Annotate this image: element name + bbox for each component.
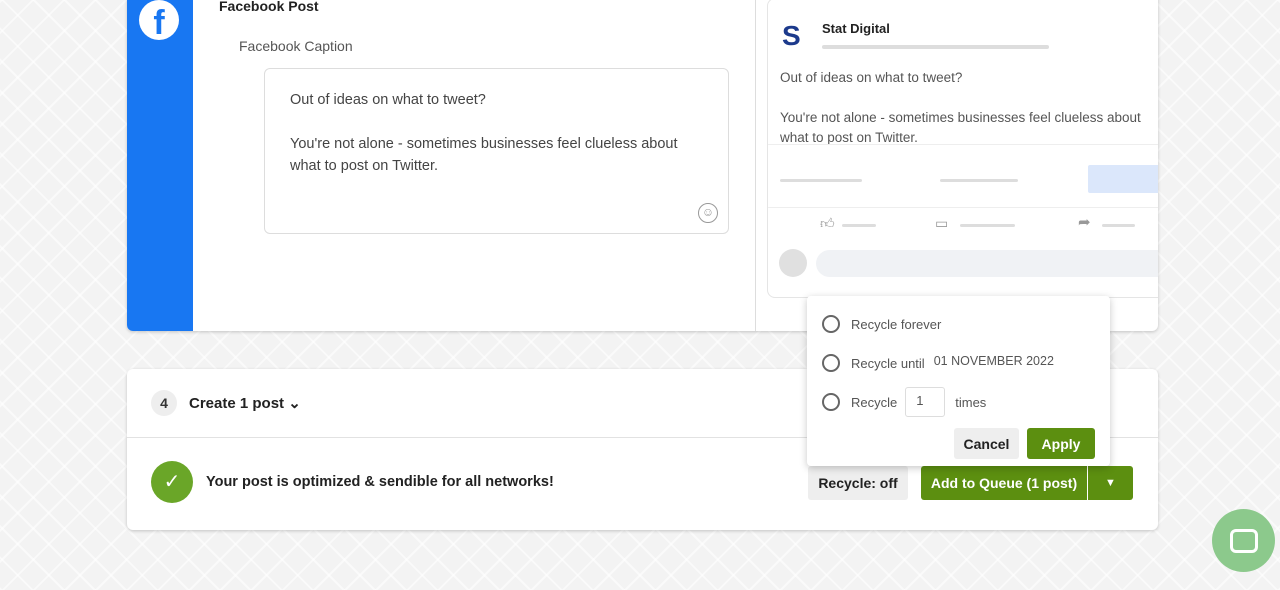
- facebook-strip: f: [127, 0, 193, 331]
- option-label: Recycle until: [851, 355, 925, 371]
- times-label: times: [955, 394, 987, 410]
- create-post-toggle[interactable]: Create 1 post ⌄: [189, 394, 301, 412]
- recycle-times-option[interactable]: Recycle 1 times: [822, 387, 986, 417]
- caption-line: Out of ideas on what to tweet?: [290, 92, 486, 108]
- add-to-queue-button[interactable]: Add to Queue (1 post): [921, 466, 1087, 500]
- cancel-button[interactable]: Cancel: [954, 428, 1019, 459]
- emoji-icon[interactable]: ☺: [698, 203, 718, 223]
- chat-icon: [1229, 528, 1258, 553]
- share-icon: ➦: [1078, 214, 1091, 231]
- queue-dropdown-button[interactable]: ▼: [1088, 466, 1133, 500]
- caption-line: You're not alone - sometimes businesses …: [290, 136, 678, 174]
- step-number: 4: [151, 390, 177, 416]
- caption-label: Facebook Caption: [239, 38, 353, 54]
- radio[interactable]: [822, 315, 840, 333]
- post-preview: S Stat Digital Out of ideas on what to t…: [767, 0, 1158, 298]
- check-circle-icon: ✓: [151, 461, 193, 503]
- preview-page-name: Stat Digital: [822, 21, 890, 36]
- facebook-post-card: f Facebook Post Facebook Caption Out of …: [127, 0, 1158, 331]
- apply-button[interactable]: Apply: [1027, 428, 1095, 459]
- recycle-button[interactable]: Recycle: off: [808, 466, 908, 500]
- like-icon: 👍︎: [820, 215, 835, 231]
- option-label: Recycle: [851, 394, 898, 410]
- radio[interactable]: [822, 354, 840, 372]
- preview-line: Out of ideas on what to tweet?: [780, 70, 963, 85]
- radio[interactable]: [822, 393, 840, 411]
- comment-icon: ▭: [935, 215, 949, 231]
- preview-line: You're not alone - sometimes businesses …: [780, 110, 1141, 145]
- divider: [755, 0, 756, 331]
- chat-widget-button[interactable]: [1212, 509, 1275, 572]
- times-input[interactable]: 1: [905, 387, 946, 417]
- option-label: Recycle forever: [851, 316, 942, 332]
- caret-down-icon: ▼: [1105, 477, 1116, 489]
- preview-text: Out of ideas on what to tweet? You're no…: [780, 68, 1158, 168]
- recycle-until-option[interactable]: Recycle until 01 NOVEMBER 2022: [822, 354, 1054, 372]
- chevron-down-icon: ⌄: [288, 395, 301, 412]
- create-label: Create 1 post: [189, 395, 285, 412]
- facebook-icon: f: [139, 0, 179, 40]
- status-message: Your post is optimized & sendible for al…: [206, 474, 554, 490]
- recycle-popover: Recycle forever Recycle until 01 NOVEMBER…: [807, 296, 1110, 466]
- until-date[interactable]: 01 NOVEMBER 2022: [934, 354, 1054, 368]
- post-title: Facebook Post: [219, 0, 319, 14]
- recycle-forever-option[interactable]: Recycle forever: [822, 315, 941, 333]
- caption-input[interactable]: Out of ideas on what to tweet? You're no…: [264, 68, 729, 234]
- stat-digital-logo: S: [782, 20, 801, 51]
